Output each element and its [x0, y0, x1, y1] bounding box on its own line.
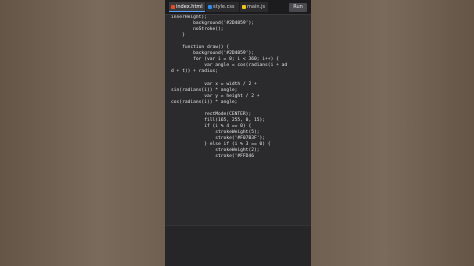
css-file-icon — [208, 4, 212, 9]
tab-label: style.css — [213, 4, 235, 10]
background-left — [0, 0, 165, 266]
tab-style-css[interactable]: style.css — [206, 2, 239, 12]
tab-bar: index.html style.css main.js Run — [165, 0, 311, 15]
tab-index-html[interactable]: index.html — [169, 2, 205, 12]
html-file-icon — [171, 4, 175, 9]
code-editor-panel: index.html style.css main.js Run innerHe… — [165, 0, 311, 266]
output-area — [165, 225, 311, 266]
background-right — [311, 0, 474, 266]
tab-main-js[interactable]: main.js — [240, 2, 268, 12]
run-button[interactable]: Run — [289, 3, 307, 12]
tab-label: main.js — [247, 4, 266, 10]
code-text-area[interactable]: innerHeight); background('#2D4059'); noS… — [171, 15, 309, 225]
code-line: stroke('#FFD46 — [171, 154, 254, 160]
tab-label: index.html — [176, 4, 203, 10]
js-file-icon — [242, 4, 246, 9]
